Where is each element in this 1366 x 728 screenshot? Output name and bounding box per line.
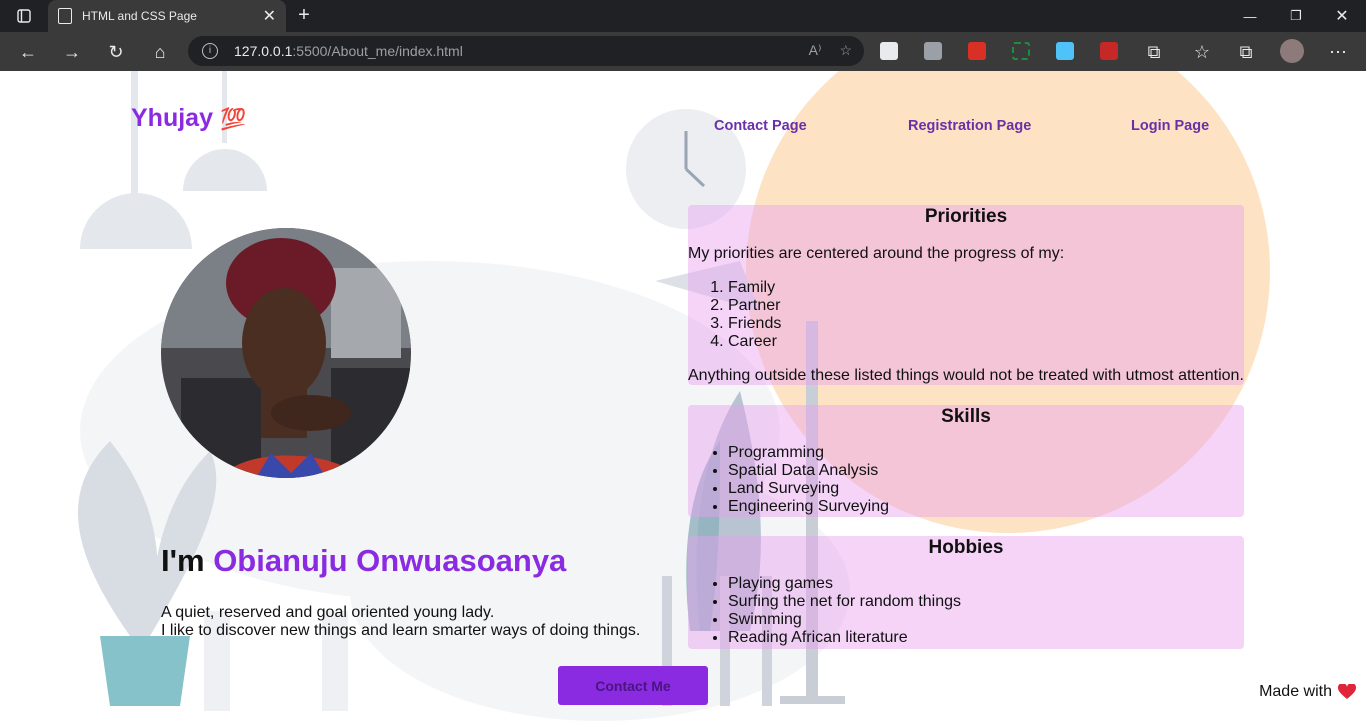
list-item: Family bbox=[728, 279, 1244, 297]
new-tab-button[interactable]: + bbox=[292, 4, 316, 28]
extension-icon-5[interactable] bbox=[1100, 42, 1118, 60]
list-item: Friends bbox=[728, 315, 1244, 333]
priorities-list: Family Partner Friends Career bbox=[728, 279, 1244, 351]
priorities-intro: My priorities are centered around the pr… bbox=[688, 245, 1065, 262]
hobbies-list: Playing games Surfing the net for random… bbox=[728, 575, 1244, 647]
reload-icon[interactable]: ↻ bbox=[102, 38, 130, 66]
nav-contact-page[interactable]: Contact Page bbox=[714, 118, 807, 134]
hero-description: A quiet, reserved and goal oriented youn… bbox=[161, 604, 640, 640]
close-window-button[interactable]: ✕ bbox=[1319, 0, 1365, 32]
contact-me-button[interactable]: Contact Me bbox=[558, 666, 708, 705]
favorites-icon[interactable]: ☆ bbox=[1188, 38, 1216, 66]
skills-heading: Skills bbox=[941, 406, 991, 427]
hobbies-card: Hobbies Playing games Surfing the net fo… bbox=[688, 536, 1244, 649]
list-item: Playing games bbox=[728, 575, 1244, 593]
list-item: Spatial Data Analysis bbox=[728, 462, 1244, 480]
page-icon bbox=[58, 8, 72, 24]
home-icon[interactable]: ⌂ bbox=[146, 38, 174, 66]
priorities-card: Priorities My priorities are centered ar… bbox=[688, 205, 1244, 385]
nav-registration-page[interactable]: Registration Page bbox=[908, 118, 1031, 134]
download-icon[interactable] bbox=[924, 42, 942, 60]
tab-actions-icon[interactable] bbox=[0, 0, 48, 32]
web-page: Yhujay 💯 Contact Page Registration Page … bbox=[0, 71, 1366, 728]
made-with-text: Made with bbox=[1259, 683, 1332, 700]
forward-icon[interactable]: → bbox=[58, 38, 86, 66]
extensions-icon[interactable]: ⧉ bbox=[1140, 38, 1168, 66]
browser-tab-bar: HTML and CSS Page ✕ + — ❐ ✕ bbox=[0, 0, 1366, 32]
hobbies-heading: Hobbies bbox=[928, 537, 1004, 558]
list-item: Engineering Surveying bbox=[728, 498, 1244, 516]
url-host: 127.0.0.1 bbox=[234, 43, 293, 59]
hero-line-1: A quiet, reserved and goal oriented youn… bbox=[161, 604, 495, 621]
tab-title: HTML and CSS Page bbox=[82, 9, 197, 23]
priorities-heading: Priorities bbox=[924, 206, 1008, 227]
site-info-icon[interactable]: i bbox=[202, 43, 218, 59]
skills-card: Skills Programming Spatial Data Analysis… bbox=[688, 405, 1244, 517]
heart-icon bbox=[1338, 684, 1356, 699]
list-item: Swimming bbox=[728, 611, 1244, 629]
list-item: Partner bbox=[728, 297, 1244, 315]
list-item: Reading African literature bbox=[728, 629, 1244, 647]
site-logo[interactable]: Yhujay 💯 bbox=[131, 104, 246, 133]
more-icon[interactable]: ⋯ bbox=[1324, 38, 1352, 66]
extension-icon-4[interactable] bbox=[1056, 42, 1074, 60]
hero-line-2: I like to discover new things and learn … bbox=[161, 622, 641, 639]
nav-login-page[interactable]: Login Page bbox=[1131, 118, 1209, 134]
skills-list: Programming Spatial Data Analysis Land S… bbox=[728, 444, 1244, 516]
collections-icon[interactable]: ⧉ bbox=[1232, 38, 1260, 66]
extension-icon-2[interactable] bbox=[968, 42, 986, 60]
read-aloud-icon[interactable]: A⁾ bbox=[809, 42, 822, 59]
url-path: :5500/About_me/index.html bbox=[292, 43, 463, 59]
logo-text: Yhujay bbox=[131, 104, 213, 132]
browser-tab[interactable]: HTML and CSS Page ✕ bbox=[48, 0, 286, 32]
close-tab-icon[interactable]: ✕ bbox=[263, 6, 276, 26]
restore-button[interactable]: ❐ bbox=[1273, 0, 1319, 32]
browser-toolbar: ← → ↻ ⌂ i 127.0.0.1 :5500/About_me/index… bbox=[0, 32, 1366, 71]
hero-name: Obianuju Onwuasoanya bbox=[213, 543, 567, 578]
made-with-footer: Made with bbox=[1259, 683, 1356, 701]
list-item: Land Surveying bbox=[728, 480, 1244, 498]
list-item: Surfing the net for random things bbox=[728, 593, 1244, 611]
hundred-emoji-icon: 💯 bbox=[219, 108, 247, 131]
minimize-button[interactable]: — bbox=[1227, 0, 1273, 32]
extension-icon-1[interactable] bbox=[880, 42, 898, 60]
extension-icon-3[interactable] bbox=[1012, 42, 1030, 60]
back-icon[interactable]: ← bbox=[14, 38, 42, 66]
list-item: Programming bbox=[728, 444, 1244, 462]
profile-avatar[interactable] bbox=[1280, 39, 1304, 63]
hero-greeting: I'm bbox=[161, 543, 205, 578]
hero-title: I'm Obianuju Onwuasoanya bbox=[161, 543, 566, 579]
profile-photo bbox=[161, 228, 411, 478]
address-bar[interactable]: i 127.0.0.1 :5500/About_me/index.html A⁾… bbox=[188, 36, 864, 66]
list-item: Career bbox=[728, 333, 1244, 351]
priorities-outro: Anything outside these listed things wou… bbox=[688, 367, 1244, 384]
add-favorite-icon[interactable]: ☆ bbox=[839, 42, 852, 59]
